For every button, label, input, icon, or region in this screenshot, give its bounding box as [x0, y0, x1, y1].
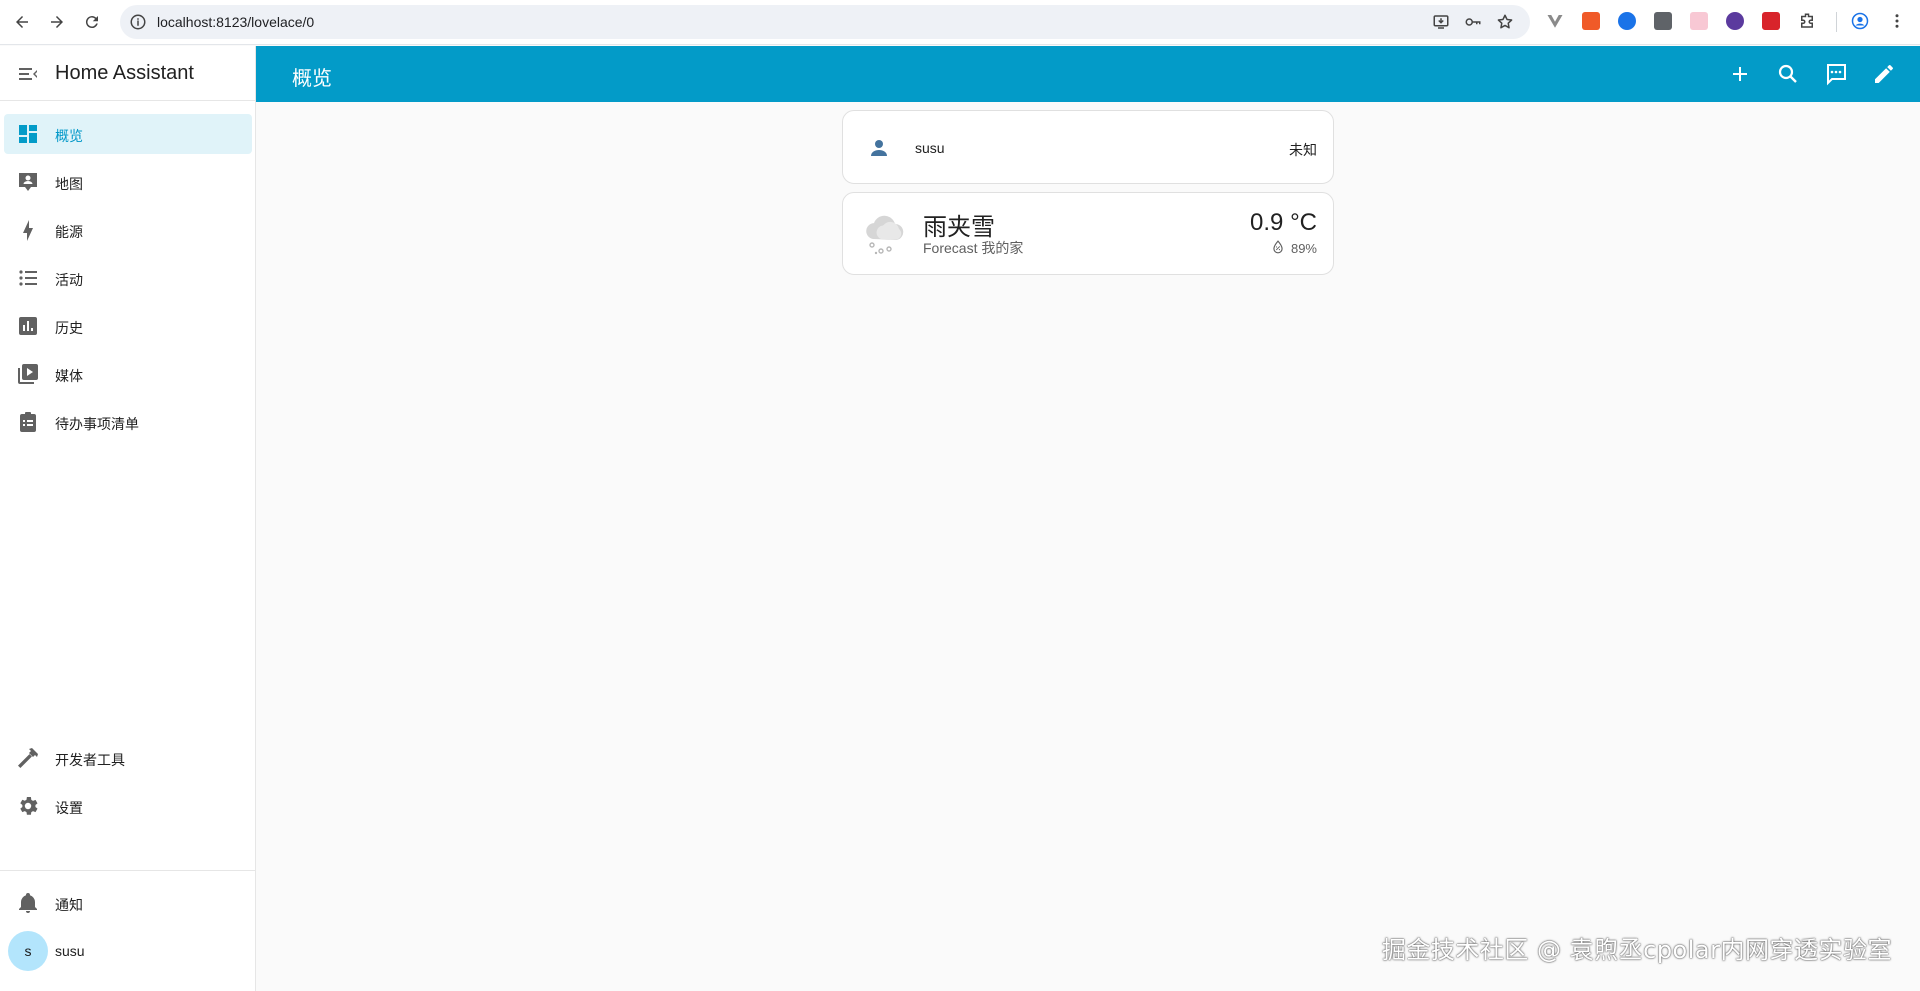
edit-pencil-icon[interactable] [1872, 62, 1896, 86]
watermark: 掘金技术社区 @ 袁煦丞cpolar内网穿透实验室 [1381, 936, 1892, 964]
weather-card[interactable]: 雨夹雪 Forecast 我的家 0.9 °C 89% [842, 192, 1334, 275]
vue-extension-icon[interactable] [1546, 12, 1564, 30]
hammer-icon [16, 746, 40, 770]
sidebar-item-label: 概览 [55, 128, 83, 144]
avatar: s [8, 931, 48, 971]
sidebar-item-label: 设置 [55, 800, 83, 816]
install-app-icon[interactable] [1432, 13, 1450, 31]
snowy-rainy-icon [861, 211, 907, 257]
sidebar-item-label: 活动 [55, 272, 83, 288]
sidebar-item-profile[interactable]: s susu [4, 931, 252, 971]
profile-icon[interactable] [1851, 12, 1869, 30]
weather-humidity-value: 89% [1290, 241, 1317, 256]
clipboard-list-icon [16, 410, 40, 434]
entity-state: 未知 [1289, 142, 1317, 158]
sidebar-item-developer-tools[interactable]: 开发者工具 [4, 738, 252, 778]
sidebar-item-label: 媒体 [55, 368, 83, 384]
add-icon[interactable] [1728, 62, 1752, 86]
play-box-multiple-icon [16, 362, 40, 386]
sidebar-header: Home Assistant [0, 46, 255, 101]
sidebar-item-history[interactable]: 历史 [4, 306, 252, 346]
entity-name[interactable]: susu [915, 140, 945, 156]
r-extension-icon[interactable] [1654, 12, 1672, 30]
forward-icon[interactable] [45, 10, 69, 34]
sidebar-item-settings[interactable]: 设置 [4, 786, 252, 826]
search-icon[interactable] [1776, 62, 1800, 86]
sidebar: Home Assistant 概览 地图 能源 活动 历史 媒体 待办事项清单 … [0, 46, 256, 991]
weather-condition: 雨夹雪 [923, 214, 995, 241]
reload-icon[interactable] [80, 10, 104, 34]
lightning-bolt-icon [16, 218, 40, 242]
sidebar-item-logbook[interactable]: 活动 [4, 258, 252, 298]
cog-icon [16, 794, 40, 818]
sidebar-divider [0, 870, 256, 871]
gear-extension-icon[interactable] [1726, 12, 1744, 30]
download-extension-icon[interactable] [1618, 12, 1636, 30]
weather-temperature: 0.9 °C [1250, 209, 1317, 236]
bookmark-star-icon[interactable] [1496, 13, 1514, 31]
sidebar-item-media[interactable]: 媒体 [4, 354, 252, 394]
dashboard-icon [16, 122, 40, 146]
sidebar-item-energy[interactable]: 能源 [4, 210, 252, 250]
bell-icon [16, 891, 40, 915]
sidebar-title: Home Assistant [55, 62, 194, 84]
browser-menu-icon[interactable] [1888, 12, 1906, 30]
weather-humidity: 89% [1271, 240, 1317, 257]
entity-card: susu 未知 [842, 110, 1334, 184]
water-percent-icon [1271, 240, 1285, 257]
extensions-puzzle-icon[interactable] [1798, 12, 1816, 30]
sidebar-item-label: 能源 [55, 224, 83, 240]
weather-subtitle: Forecast 我的家 [923, 240, 1024, 256]
url-text: localhost:8123/lovelace/0 [157, 14, 315, 30]
back-icon[interactable] [10, 10, 34, 34]
sidebar-item-overview[interactable]: 概览 [4, 114, 252, 154]
assist-chat-icon[interactable] [1824, 62, 1848, 86]
menu-toggle-icon[interactable] [16, 62, 40, 86]
page-title: 概览 [292, 68, 332, 90]
toolbar-divider [1836, 12, 1837, 32]
sidebar-item-notifications[interactable]: 通知 [4, 883, 252, 923]
format-list-bulleted-icon [16, 266, 40, 290]
sidebar-user-name: susu [55, 943, 85, 959]
sidebar-item-label: 开发者工具 [55, 752, 125, 768]
address-bar[interactable]: localhost:8123/lovelace/0 [120, 5, 1530, 39]
sidebar-item-label: 待办事项清单 [55, 416, 139, 432]
app-header: 概览 [256, 46, 1920, 102]
video-extension-icon[interactable] [1762, 12, 1780, 30]
password-key-icon[interactable] [1464, 13, 1482, 31]
pink-extension-icon[interactable] [1690, 12, 1708, 30]
map-account-icon [16, 170, 40, 194]
site-info-icon[interactable] [129, 13, 147, 31]
sidebar-item-label: 通知 [55, 897, 83, 913]
sidebar-item-todo[interactable]: 待办事项清单 [4, 402, 252, 442]
chart-box-icon [16, 314, 40, 338]
person-icon [867, 136, 891, 160]
json-extension-icon[interactable] [1582, 12, 1600, 30]
browser-toolbar: localhost:8123/lovelace/0 [0, 0, 1920, 45]
sidebar-item-label: 地图 [55, 176, 83, 192]
sidebar-item-map[interactable]: 地图 [4, 162, 252, 202]
sidebar-item-label: 历史 [55, 320, 83, 336]
